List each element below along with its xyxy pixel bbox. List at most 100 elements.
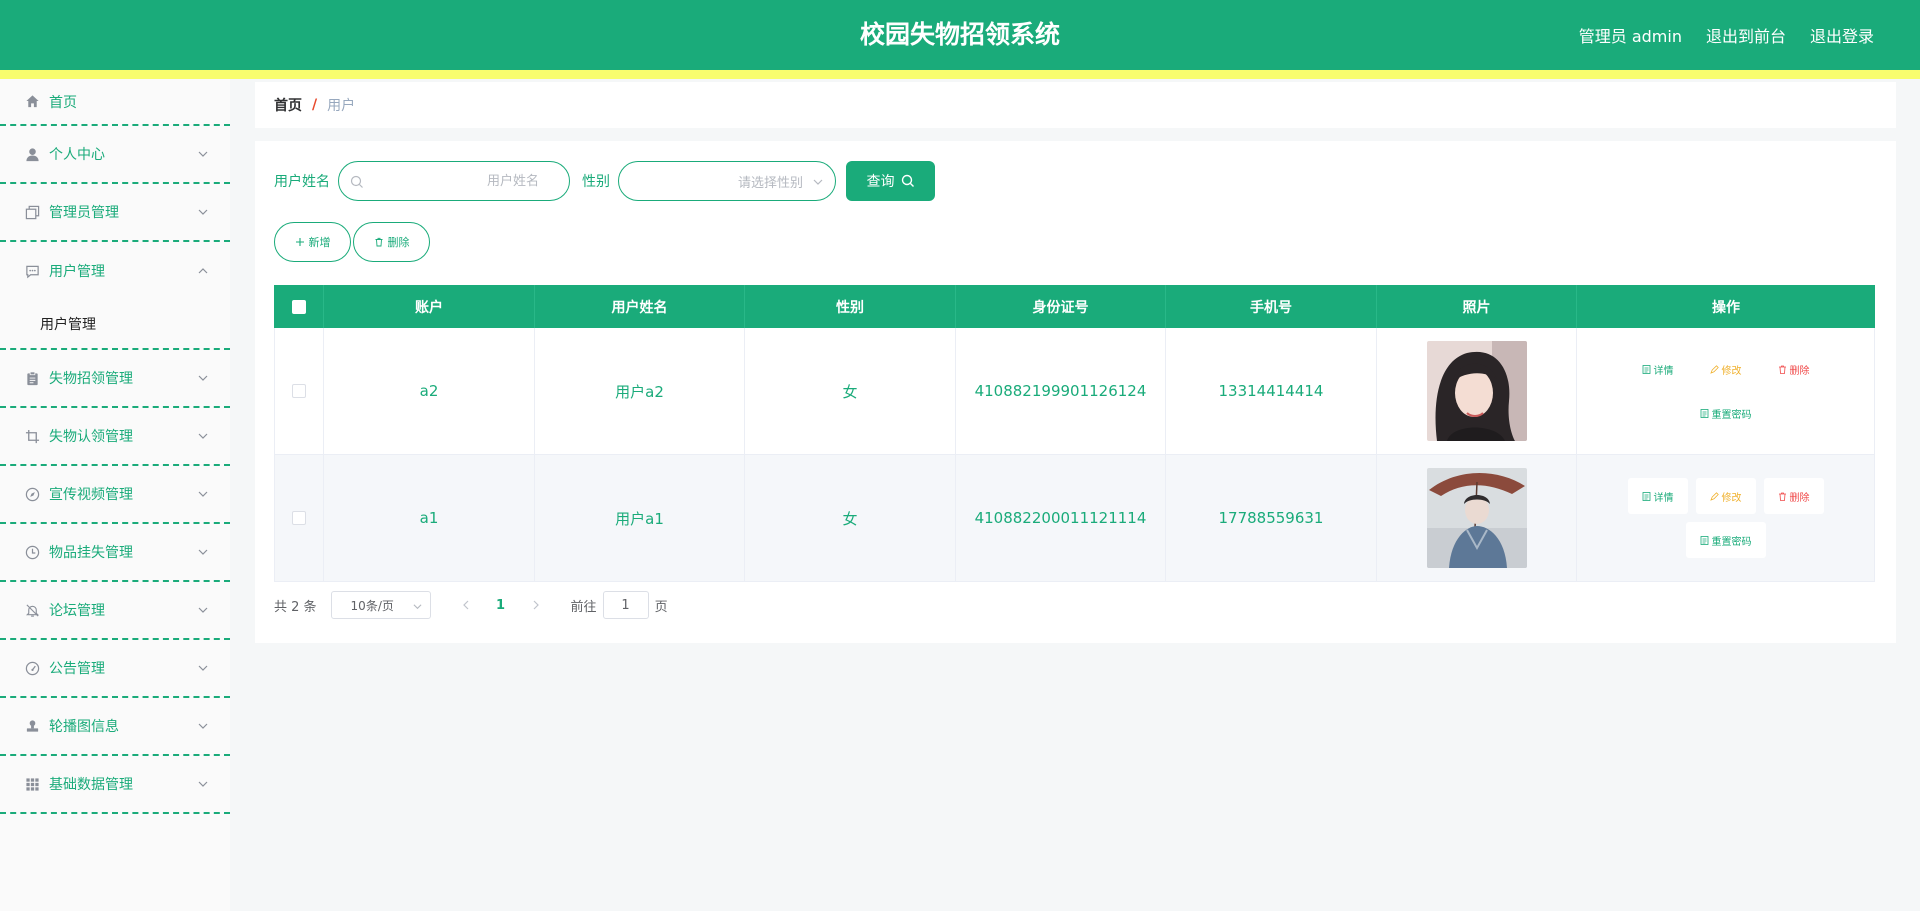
row-actions: 详情 修改 删除 重置密码	[1596, 351, 1856, 431]
user-photo[interactable]	[1426, 468, 1527, 568]
photo-cell	[1377, 455, 1577, 581]
crop-icon	[24, 428, 40, 444]
grid-icon	[24, 776, 40, 792]
reset-password-button-label: 重置密码	[1711, 409, 1752, 421]
user-photo[interactable]	[1426, 341, 1527, 441]
query-button-label: 查询	[866, 174, 895, 190]
sidebar-item-home[interactable]: 首页	[0, 79, 230, 126]
sidebar-item-claim[interactable]: 失物认领管理	[0, 408, 230, 466]
chevron-up-icon	[198, 268, 208, 274]
trash-icon	[375, 237, 382, 247]
sidebar-item-label: 公告管理	[49, 661, 105, 677]
search-bar: 用户姓名 性别 请选择性别 查询	[274, 161, 935, 201]
chevron-down-icon	[198, 665, 208, 671]
breadcrumb: 首页 / 用户	[255, 82, 1896, 128]
sidebar-item-label: 宣传视频管理	[49, 487, 133, 503]
delete-button-label: 删除	[1789, 365, 1810, 377]
photo-cell	[1377, 328, 1577, 454]
portrait-image	[1426, 468, 1527, 568]
search-icon	[350, 175, 363, 188]
breadcrumb-home[interactable]: 首页	[274, 95, 302, 115]
sidebar-item-carousel[interactable]: 轮播图信息	[0, 698, 230, 756]
table-row: a1 用户a1 女 410882200011121114 17788559631	[274, 455, 1875, 582]
column-header: 账户	[324, 285, 535, 328]
column-header: 性别	[745, 285, 956, 328]
sidebar-item-label: 物品挂失管理	[49, 545, 133, 561]
chevron-down-icon	[198, 781, 208, 787]
sidebar-item-label: 个人中心	[49, 147, 105, 163]
account-cell: a1	[324, 455, 535, 581]
delete-button[interactable]: 删除	[1764, 351, 1824, 387]
pagination: 共 2 条 10条/页 1 前往 页	[274, 591, 668, 619]
sidebar-subitem-user-management[interactable]: 用户管理	[0, 300, 230, 350]
reset-password-button[interactable]: 重置密码	[1685, 522, 1766, 558]
home-icon	[24, 94, 40, 110]
detail-button[interactable]: 详情	[1628, 351, 1688, 387]
name-cell: 用户a2	[535, 328, 745, 454]
row-checkbox[interactable]	[292, 384, 306, 398]
edit-button-label: 修改	[1721, 365, 1742, 377]
column-header: 用户姓名	[535, 285, 745, 328]
bell-off-icon	[24, 602, 40, 618]
exit-to-front-link[interactable]: 退出到前台	[1706, 23, 1786, 47]
row-select-cell	[274, 328, 324, 454]
add-button[interactable]: 新增	[274, 222, 351, 262]
column-header: 操作	[1712, 299, 1740, 316]
reset-password-button[interactable]: 重置密码	[1686, 395, 1766, 431]
page-size-select[interactable]: 10条/页	[330, 591, 431, 619]
select-all-checkbox[interactable]	[291, 299, 306, 314]
chevron-down-icon	[198, 607, 208, 613]
select-all-cell	[274, 285, 324, 328]
sidebar-item-label: 失物认领管理	[49, 429, 133, 445]
chevron-down-icon	[198, 209, 208, 215]
sex-cell: 女	[745, 328, 956, 454]
sidebar-item-admin[interactable]: 管理员管理	[0, 184, 230, 242]
table-row: a2 用户a2 女 410882199901126124 13314414414	[274, 328, 1875, 455]
sidebar-item-profile[interactable]: 个人中心	[0, 126, 230, 184]
trash-icon	[1778, 492, 1786, 501]
chevron-down-icon	[813, 179, 823, 185]
sidebar-item-users[interactable]: 用户管理	[0, 242, 230, 300]
page-number[interactable]: 1	[481, 591, 521, 619]
detail-button[interactable]: 详情	[1627, 478, 1688, 514]
sidebar-item-video[interactable]: 宣传视频管理	[0, 466, 230, 524]
header-stripe	[0, 70, 1920, 79]
batch-delete-button-label: 删除	[387, 236, 410, 249]
goto-page-input[interactable]	[602, 591, 649, 619]
chevron-down-icon	[198, 433, 208, 439]
row-checkbox[interactable]	[292, 511, 306, 525]
sidebar-item-label: 失物招领管理	[49, 371, 133, 387]
clipboard-icon	[24, 370, 40, 386]
document-icon	[1700, 408, 1708, 418]
sidebar-item-lost-found[interactable]: 失物招领管理	[0, 350, 230, 408]
name-search-input[interactable]	[339, 162, 569, 200]
sidebar-item-report-loss[interactable]: 物品挂失管理	[0, 524, 230, 582]
sidebar-item-base-data[interactable]: 基础数据管理	[0, 756, 230, 814]
sidebar-item-label: 基础数据管理	[49, 777, 133, 793]
sidebar-item-label: 轮播图信息	[49, 719, 119, 735]
delete-button[interactable]: 删除	[1763, 478, 1824, 514]
ops-cell: 详情 修改 删除 重置密码	[1577, 328, 1875, 454]
goto-prefix: 前往	[570, 599, 597, 615]
chevron-right-icon	[533, 600, 539, 610]
next-page-button[interactable]	[521, 591, 551, 619]
sex-cell: 女	[745, 455, 956, 581]
batch-delete-button[interactable]: 删除	[353, 222, 430, 262]
prev-page-button[interactable]	[451, 591, 481, 619]
logout-link[interactable]: 退出登录	[1810, 23, 1874, 47]
user-table: 账户 用户姓名 性别 身份证号 手机号 照片 操作 a2 用户a2 女 4108…	[274, 285, 1875, 582]
account-cell: a2	[324, 328, 535, 454]
sidebar-item-notice[interactable]: 公告管理	[0, 640, 230, 698]
chevron-down-icon	[198, 375, 208, 381]
edit-button[interactable]: 修改	[1695, 478, 1756, 514]
row-actions: 详情 修改 删除 重置密码	[1596, 478, 1856, 558]
edit-button[interactable]: 修改	[1696, 351, 1756, 387]
plus-icon	[295, 238, 304, 246]
breadcrumb-separator: /	[312, 97, 318, 113]
query-button[interactable]: 查询	[846, 161, 935, 201]
sex-select[interactable]: 请选择性别	[618, 161, 836, 201]
sex-select-placeholder: 请选择性别	[737, 175, 803, 191]
document-icon	[1642, 364, 1650, 374]
sidebar-item-forum[interactable]: 论坛管理	[0, 582, 230, 640]
column-header: 手机号	[1166, 285, 1377, 328]
